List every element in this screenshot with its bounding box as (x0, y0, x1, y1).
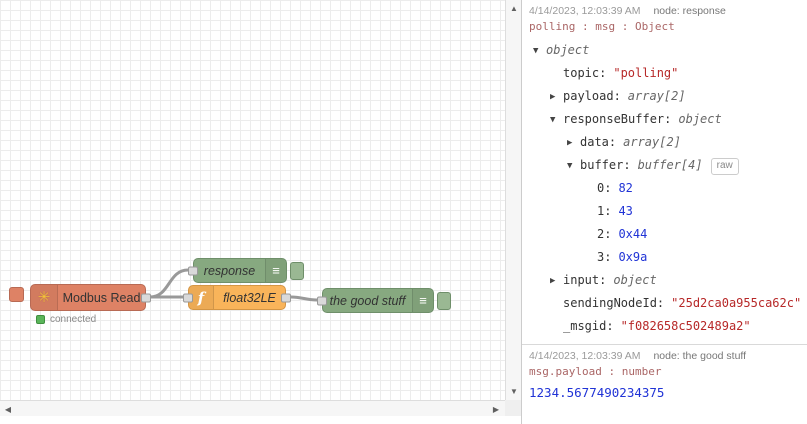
wire-modbus-to-response (148, 268, 190, 299)
flow-canvas[interactable]: ✳ Modbus Read connected response ≡ f flo… (0, 0, 505, 400)
debug-key: sendingNodeId: (563, 296, 665, 310)
status-connected-icon (36, 315, 45, 324)
debug-tree-row[interactable]: ▼ object (529, 39, 801, 62)
debug-value: 43 (618, 204, 633, 218)
debug-key: 0: (597, 181, 612, 195)
debug-tree: ▼ object topic: "polling" ▶ payload: array[2] ▼… (529, 39, 801, 338)
debug-tree-row[interactable]: 2: 0x44 (529, 223, 801, 246)
debug-lines-icon: ≡ (419, 293, 427, 308)
node-label: response (203, 263, 256, 278)
input-port[interactable] (183, 293, 193, 302)
node-debug-response[interactable]: response ≡ (188, 258, 304, 283)
debug-icon-box: ≡ (265, 259, 286, 282)
debug-key: _msgid: (563, 319, 614, 333)
debug-tree-row[interactable]: 0: 82 (529, 177, 801, 200)
expand-collapse-arrow-icon[interactable]: ▶ (567, 132, 580, 155)
debug-key: 1: (597, 204, 612, 218)
scrollbar-corner (505, 400, 521, 416)
debug-tree-row[interactable]: 3: 0x9a (529, 246, 801, 269)
debug-key: input: (563, 273, 607, 287)
node-label: the good stuff (329, 293, 406, 308)
debug-key: responseBuffer: (563, 112, 672, 126)
payload-number-value: 1234.5677490234375 (529, 385, 665, 400)
debug-key: 2: (597, 227, 612, 241)
debug-message-header: 4/14/2023, 12:03:39 AM node: response (529, 5, 801, 17)
scroll-right-icon[interactable]: ▶ (488, 401, 504, 417)
debug-value: "polling" (613, 66, 679, 80)
source-node-name: node: response (653, 5, 726, 17)
debug-tree-row[interactable]: ▶ payload: array[2] (529, 85, 801, 108)
debug-key: payload: (563, 89, 621, 103)
status-text: connected (50, 314, 97, 325)
debug-message-response[interactable]: 4/14/2023, 12:03:39 AM node: response po… (522, 0, 807, 345)
debug-key: data: (580, 135, 617, 149)
function-f-icon: f (197, 288, 205, 307)
vertical-scrollbar[interactable]: ▲ ▼ (505, 0, 521, 400)
node-function-float32le[interactable]: f float32LE (183, 285, 291, 310)
debug-toggle-button[interactable] (290, 262, 304, 280)
debug-value: "25d2ca0a955ca62c" (671, 296, 802, 310)
debug-icon-box: ≡ (412, 289, 433, 312)
debug-message-good-stuff[interactable]: 4/14/2023, 12:03:39 AM node: the good st… (522, 345, 807, 406)
scroll-down-icon[interactable]: ▼ (506, 383, 522, 399)
raw-button[interactable]: raw (710, 158, 739, 175)
horizontal-scrollbar[interactable]: ◀ ▶ (0, 400, 505, 416)
debug-toggle-button[interactable] (437, 292, 451, 310)
debug-key: topic: (563, 66, 607, 80)
debug-key: object (546, 43, 590, 57)
node-modbus-read[interactable]: ✳ Modbus Read (30, 284, 151, 311)
input-port[interactable] (188, 266, 198, 275)
node-red-window: ✳ Modbus Read connected response ≡ f flo… (0, 0, 807, 424)
message-path: polling : msg : Object (529, 20, 675, 33)
debug-value: "f082658c502489a2" (620, 319, 751, 333)
expand-collapse-arrow-icon[interactable]: ▶ (550, 270, 563, 293)
debug-value: 0x9a (618, 250, 648, 264)
debug-value: object (678, 112, 722, 126)
debug-value: object (613, 273, 657, 287)
debug-tree-row[interactable]: ▶ data: array[2] (529, 131, 801, 154)
debug-tree-row[interactable]: ▼ responseBuffer: object (529, 108, 801, 131)
source-node-name: node: the good stuff (653, 350, 747, 362)
node-label: float32LE (223, 290, 276, 305)
debug-tree-row[interactable]: _msgid: "f082658c502489a2" (529, 315, 801, 338)
expand-collapse-arrow-icon[interactable]: ▼ (567, 155, 580, 178)
expand-collapse-arrow-icon[interactable]: ▼ (533, 40, 546, 63)
input-port[interactable] (317, 296, 327, 305)
debug-tree-row[interactable]: ▶ input: object (529, 269, 801, 292)
timestamp: 4/14/2023, 12:03:39 AM (529, 5, 641, 17)
node-debug-good-stuff[interactable]: the good stuff ≡ (317, 288, 451, 313)
debug-tree-row[interactable]: sendingNodeId: "25d2ca0a955ca62c" (529, 292, 801, 315)
debug-value: 82 (618, 181, 633, 195)
scroll-left-icon[interactable]: ◀ (0, 401, 16, 417)
debug-tree-row[interactable]: topic: "polling" (529, 62, 801, 85)
debug-value: 0x44 (618, 227, 648, 241)
output-port[interactable] (141, 293, 151, 302)
timestamp: 4/14/2023, 12:03:39 AM (529, 350, 641, 362)
debug-message-header: 4/14/2023, 12:03:39 AM node: the good st… (529, 350, 801, 362)
debug-lines-icon: ≡ (272, 263, 280, 278)
debug-value: array[2] (623, 135, 681, 149)
expand-collapse-arrow-icon[interactable]: ▼ (550, 109, 563, 132)
message-path: msg.payload : number (529, 365, 662, 378)
node-label: Modbus Read (62, 290, 141, 305)
output-port[interactable] (281, 293, 291, 302)
mini-node[interactable] (9, 287, 24, 302)
debug-key: buffer: (580, 158, 631, 172)
debug-tree-row[interactable]: 1: 43 (529, 200, 801, 223)
expand-collapse-arrow-icon[interactable]: ▶ (550, 86, 563, 109)
debug-tree-row[interactable]: ▼ buffer: buffer[4] raw (529, 154, 801, 177)
wire-layer (148, 268, 319, 302)
debug-key: 3: (597, 250, 612, 264)
wire-func-to-good (289, 295, 319, 302)
scroll-up-icon[interactable]: ▲ (506, 0, 522, 16)
debug-value: array[2] (627, 89, 686, 103)
modbus-icon-box: ✳ (31, 285, 58, 310)
node-status: connected (36, 314, 96, 325)
debug-value: buffer[4] (637, 158, 703, 172)
modbus-gear-icon: ✳ (37, 289, 51, 306)
debug-sidebar[interactable]: 4/14/2023, 12:03:39 AM node: response po… (521, 0, 807, 424)
